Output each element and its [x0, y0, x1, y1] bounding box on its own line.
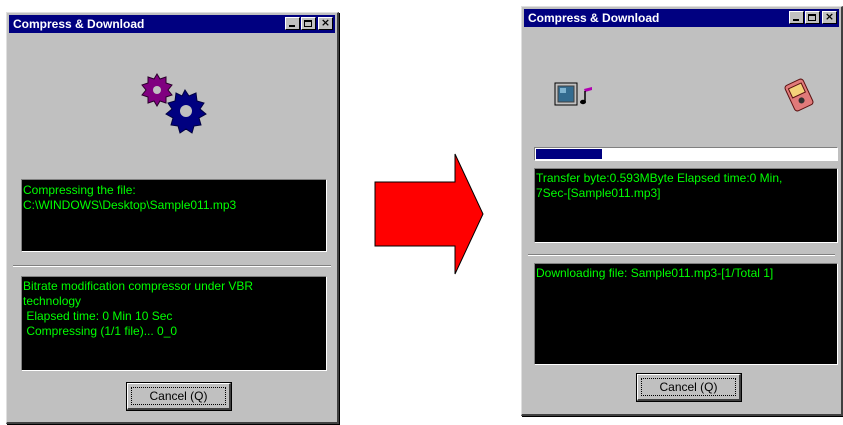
- phone-device-icon: [784, 78, 814, 112]
- info-console: Bitrate modification compressor under VB…: [21, 276, 327, 371]
- red-arrow-icon: [374, 153, 484, 275]
- status-console: Transfer byte:0.593MByte Elapsed time:0 …: [534, 168, 838, 243]
- compress-window: Compress & Download × Compressing the fi…: [6, 12, 339, 424]
- maximize-button[interactable]: [301, 17, 316, 30]
- cancel-button[interactable]: Cancel (Q): [126, 382, 232, 411]
- computer-music-icon: [554, 82, 592, 106]
- divider: [528, 254, 835, 256]
- large-gear-icon: [165, 89, 207, 134]
- title-bar[interactable]: Compress & Download ×: [9, 15, 335, 33]
- status-line: 7Sec-[Sample011.mp3]: [536, 186, 661, 200]
- window-title: Compress & Download: [528, 11, 660, 25]
- info-line: Elapsed time: 0 Min 10 Sec: [23, 309, 173, 323]
- info-line: Bitrate modification compressor under VB…: [23, 279, 254, 293]
- close-button[interactable]: ×: [822, 10, 837, 24]
- small-gear-icon: [141, 73, 173, 107]
- download-window: Compress & Download × Transfer byte:0.59…: [521, 6, 843, 416]
- cancel-button-label: Cancel (Q): [149, 389, 208, 403]
- gears-icon: [141, 73, 207, 134]
- minimize-button[interactable]: [285, 17, 300, 30]
- info-console: Downloading file: Sample011.mp3-[1/Total…: [534, 263, 838, 365]
- progress-fill: [536, 149, 603, 159]
- close-icon: ×: [320, 16, 331, 29]
- title-bar[interactable]: Compress & Download ×: [524, 9, 839, 27]
- cancel-button-label: Cancel (Q): [659, 380, 718, 394]
- status-line: C:\WINDOWS\Desktop\Sample011.mp3: [23, 198, 237, 212]
- status-console: Compressing the file: C:\WINDOWS\Desktop…: [21, 179, 327, 252]
- status-line: Transfer byte:0.593MByte Elapsed time:0 …: [536, 171, 783, 185]
- close-button[interactable]: ×: [318, 16, 333, 30]
- cancel-button[interactable]: Cancel (Q): [636, 373, 742, 402]
- close-icon: ×: [824, 10, 835, 23]
- status-line: Compressing the file:: [23, 183, 136, 197]
- info-line: Downloading file: Sample011.mp3-[1/Total…: [536, 266, 774, 280]
- info-line: technology: [23, 294, 82, 308]
- maximize-button[interactable]: [805, 11, 820, 24]
- window-title: Compress & Download: [13, 17, 145, 31]
- download-progress-bar: [534, 147, 838, 161]
- info-line: Compressing (1/1 file)... 0_0: [23, 324, 178, 338]
- divider: [13, 265, 331, 267]
- minimize-button[interactable]: [789, 11, 804, 24]
